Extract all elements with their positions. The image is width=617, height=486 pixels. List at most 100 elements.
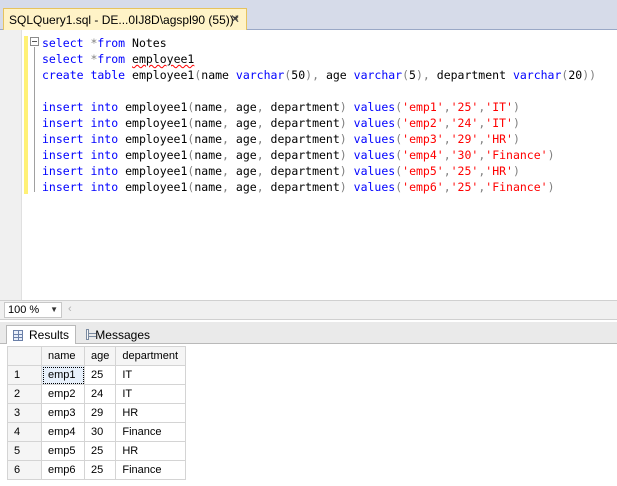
sql-code[interactable]: select *from Notes select *from employee1… xyxy=(42,35,596,195)
cell-age[interactable]: 30 xyxy=(83,422,117,442)
code-token: name xyxy=(194,164,223,178)
code-token: , xyxy=(256,116,264,130)
code-token: values xyxy=(353,148,396,162)
cell-department[interactable]: Finance xyxy=(115,422,187,442)
code-line[interactable]: insert into employee1(name, age, departm… xyxy=(42,179,596,195)
cell-department[interactable]: HR xyxy=(115,403,187,423)
code-token: employee1 xyxy=(125,180,188,194)
dropdown-arrow-icon[interactable]: ▼ xyxy=(50,303,58,317)
cell-department[interactable]: HR xyxy=(115,441,187,461)
cell-age[interactable]: 29 xyxy=(83,403,117,423)
code-line[interactable]: insert into employee1(name, age, departm… xyxy=(42,115,596,131)
code-line[interactable]: insert into employee1(name, age, departm… xyxy=(42,99,596,115)
cell-name[interactable]: emp5 xyxy=(41,441,85,461)
tab-results[interactable]: Results xyxy=(6,325,76,344)
column-header-name[interactable]: name xyxy=(41,346,85,366)
code-token: insert into xyxy=(42,164,126,178)
code-line[interactable]: insert into employee1(name, age, departm… xyxy=(42,131,596,147)
code-token: , xyxy=(222,132,229,146)
code-token: department xyxy=(263,116,340,130)
code-token: ) xyxy=(512,100,520,114)
code-token: 'emp1' xyxy=(402,100,444,114)
cell-department[interactable]: IT xyxy=(115,365,187,385)
code-line[interactable]: create table employee1(name varchar(50),… xyxy=(42,67,596,83)
code-token: 'emp2' xyxy=(402,116,444,130)
code-token: values xyxy=(353,116,396,130)
cell-age[interactable]: 24 xyxy=(83,384,117,404)
code-token: insert into xyxy=(42,116,126,130)
code-token: age xyxy=(319,68,354,82)
table-row[interactable]: 2 emp2 24 IT xyxy=(7,384,187,404)
code-token: employee1 xyxy=(125,164,188,178)
code-token: 5 xyxy=(409,68,416,82)
cell-age[interactable]: 25 xyxy=(83,441,117,461)
cell-name[interactable]: emp3 xyxy=(41,403,85,423)
code-token: , xyxy=(443,164,451,178)
cell-name[interactable]: emp1 xyxy=(41,365,85,385)
tab-messages-label: Messages xyxy=(95,327,150,342)
code-token: , xyxy=(443,132,451,146)
code-token: , xyxy=(222,116,229,130)
zoom-select[interactable]: 100 % ▼ xyxy=(4,302,62,318)
cell-department[interactable]: Finance xyxy=(115,460,187,480)
cell-age[interactable]: 25 xyxy=(83,460,117,480)
code-token: name xyxy=(201,68,236,82)
query-editor[interactable]: select *from Notes select *from employee1… xyxy=(0,30,617,300)
column-header-department[interactable]: department xyxy=(115,346,187,366)
zoom-value: 100 % xyxy=(8,304,40,316)
code-token: 'IT' xyxy=(485,116,513,130)
messages-icon xyxy=(86,329,97,340)
code-line[interactable]: insert into employee1(name, age, departm… xyxy=(42,163,596,179)
scroll-left-icon[interactable]: ‹ xyxy=(68,303,72,315)
results-grid[interactable]: name age department 1 emp1 25 IT 2 emp2 … xyxy=(7,346,187,480)
cell-name[interactable]: emp2 xyxy=(41,384,85,404)
code-token: employee1 xyxy=(125,100,188,114)
table-row[interactable]: 4 emp4 30 Finance xyxy=(7,422,187,442)
collapse-region-icon[interactable] xyxy=(30,37,39,46)
code-token: '29' xyxy=(450,132,479,146)
table-row[interactable]: 6 emp6 25 Finance xyxy=(7,460,187,480)
row-number[interactable]: 5 xyxy=(7,441,42,461)
code-token: from xyxy=(97,52,133,66)
row-number[interactable]: 3 xyxy=(7,403,42,423)
column-header-age[interactable]: age xyxy=(83,346,117,366)
code-token: 20 xyxy=(568,68,583,82)
table-row[interactable]: 5 emp5 25 HR xyxy=(7,441,187,461)
table-row[interactable]: 1 emp1 25 IT xyxy=(7,365,187,385)
code-line[interactable] xyxy=(42,83,596,99)
code-token: , xyxy=(222,180,229,194)
code-token: age xyxy=(228,180,257,194)
code-token: , xyxy=(443,148,451,162)
editor-status-row: 100 % ▼ ‹ xyxy=(0,300,617,320)
code-token: , xyxy=(256,148,264,162)
grid-corner[interactable] xyxy=(7,346,42,366)
row-number[interactable]: 6 xyxy=(7,460,42,480)
code-token: )) xyxy=(582,68,597,82)
code-line[interactable]: select *from employee1 xyxy=(42,51,596,67)
code-token: ( xyxy=(402,68,410,82)
code-line[interactable]: insert into employee1(name, age, departm… xyxy=(42,147,596,163)
code-token: ), xyxy=(305,68,320,82)
row-number[interactable]: 4 xyxy=(7,422,42,442)
code-line[interactable]: select *from Notes xyxy=(42,35,596,51)
cell-department[interactable]: IT xyxy=(115,384,187,404)
code-token: ) xyxy=(339,132,354,146)
row-number[interactable]: 2 xyxy=(7,384,42,404)
row-number[interactable]: 1 xyxy=(7,365,42,385)
code-token: '25' xyxy=(450,180,479,194)
code-token: insert into xyxy=(42,100,126,114)
code-token: values xyxy=(353,132,396,146)
code-token: values xyxy=(353,180,396,194)
code-token: insert into xyxy=(42,148,126,162)
cell-age[interactable]: 25 xyxy=(83,365,117,385)
cell-name[interactable]: emp4 xyxy=(41,422,85,442)
cell-name[interactable]: emp6 xyxy=(41,460,85,480)
tab-messages[interactable]: Messages xyxy=(80,325,156,344)
table-row[interactable]: 3 emp3 29 HR xyxy=(7,403,187,423)
query-document-tab[interactable]: SQLQuery1.sql - DE...0IJ8D\agspl90 (55))… xyxy=(3,8,247,30)
outline-line xyxy=(34,47,35,192)
code-token: values xyxy=(353,100,396,114)
close-tab-icon[interactable]: ✕ xyxy=(230,12,240,26)
code-token: , xyxy=(222,164,229,178)
code-token: name xyxy=(194,100,223,114)
